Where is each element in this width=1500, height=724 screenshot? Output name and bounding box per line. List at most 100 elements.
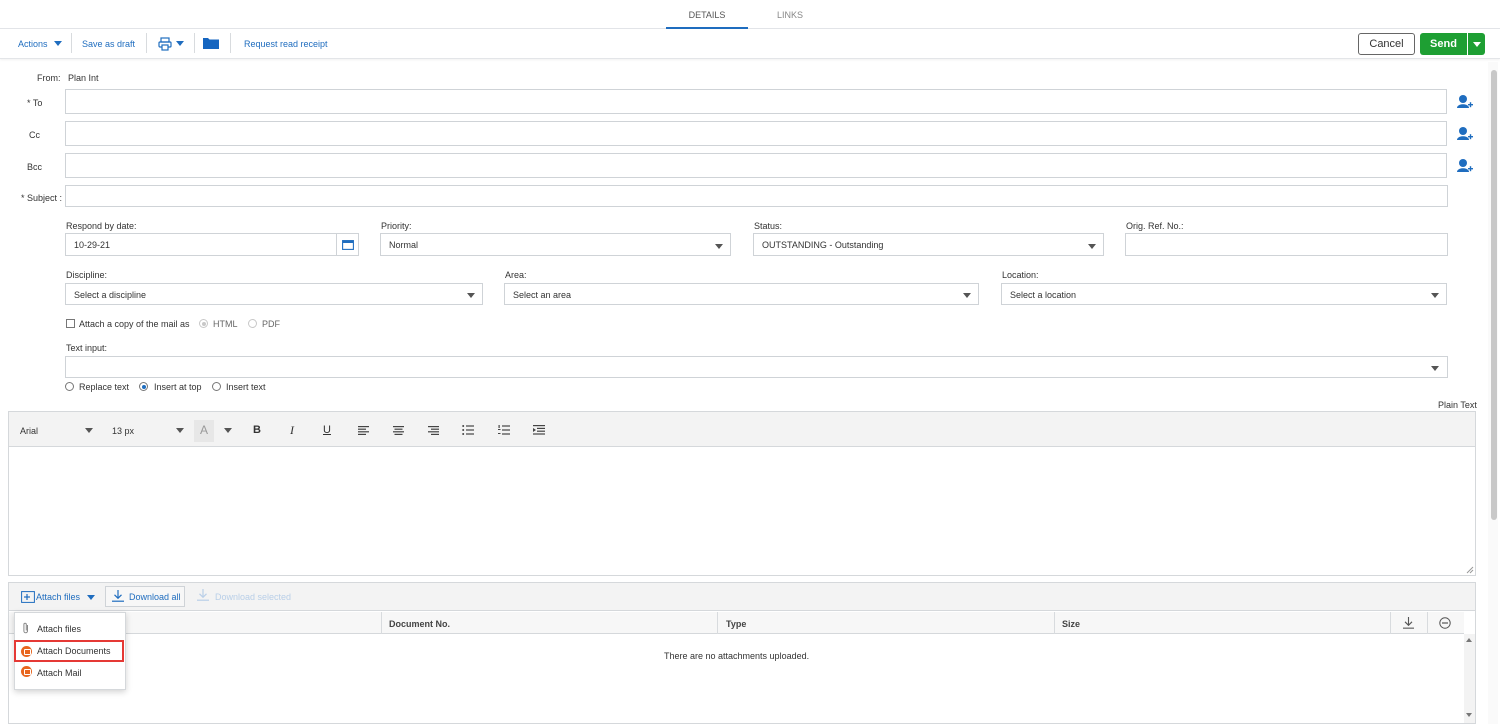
add-contact-icon[interactable]: [1456, 158, 1474, 174]
text-color-icon: A: [199, 423, 208, 437]
add-contact-icon[interactable]: [1456, 94, 1474, 110]
orig-ref-input[interactable]: [1125, 233, 1448, 256]
actions-menu[interactable]: Actions: [18, 39, 48, 49]
cc-label[interactable]: Cc: [29, 130, 40, 140]
chevron-down-icon: [1088, 244, 1096, 249]
page-scrollbar-thumb[interactable]: [1491, 70, 1497, 520]
font-family-value: Arial: [20, 426, 39, 436]
empty-attachments-message: There are no attachments uploaded.: [664, 651, 810, 661]
priority-label: Priority:: [381, 221, 412, 231]
chevron-down-icon: [467, 293, 475, 298]
underline-button[interactable]: U: [317, 421, 337, 439]
folder-button[interactable]: [203, 37, 219, 50]
status-select[interactable]: OUTSTANDING - Outstanding: [753, 233, 1104, 256]
attach-menu-label: Attach files: [37, 624, 82, 634]
indent-button[interactable]: [529, 421, 549, 439]
folder-icon: [203, 38, 219, 49]
attach-add-icon: [21, 591, 35, 603]
download-selected-button[interactable]: Download selected: [195, 589, 305, 605]
column-divider: [1427, 612, 1428, 634]
resize-handle-icon[interactable]: [1466, 566, 1474, 574]
insert-text-radio[interactable]: [212, 382, 221, 391]
attach-menu-item-documents[interactable]: Attach Documents: [14, 640, 124, 662]
documents-icon: [21, 645, 32, 657]
insert-at-top-radio[interactable]: [139, 382, 148, 391]
status-label: Status:: [754, 221, 783, 231]
text-input-select[interactable]: [65, 356, 1448, 378]
cancel-button[interactable]: Cancel: [1358, 33, 1415, 55]
text-color-button[interactable]: A: [194, 420, 214, 442]
toolbar-divider: [146, 33, 147, 53]
text-input-label: Text input:: [66, 343, 108, 353]
align-right-button[interactable]: [423, 421, 443, 439]
font-size-select[interactable]: 13 px: [106, 421, 188, 439]
actions-label: Actions: [18, 39, 48, 49]
column-type[interactable]: Type: [726, 619, 746, 629]
respond-by-date-input[interactable]: 10-29-21: [65, 233, 359, 256]
location-placeholder: Select a location: [1010, 290, 1077, 300]
remove-column-icon[interactable]: [1439, 617, 1451, 629]
send-label: Send: [1430, 38, 1457, 50]
paperclip-icon: [23, 622, 28, 634]
tab-links[interactable]: LINKS: [750, 10, 830, 20]
align-center-icon: [392, 425, 404, 435]
numbered-list-icon: [498, 425, 510, 435]
font-size-value: 13 px: [112, 426, 135, 436]
area-placeholder: Select an area: [513, 290, 572, 300]
cancel-label: Cancel: [1369, 38, 1404, 50]
bullet-list-icon: [462, 425, 474, 435]
italic-button[interactable]: I: [282, 421, 302, 439]
align-center-button[interactable]: [388, 421, 408, 439]
column-size[interactable]: Size: [1062, 619, 1080, 629]
table-scrollbar[interactable]: [1464, 634, 1475, 723]
html-radio[interactable]: [199, 319, 208, 328]
tab-details[interactable]: DETAILS: [666, 10, 748, 20]
priority-select[interactable]: Normal: [380, 233, 731, 256]
attach-copy-checkbox[interactable]: [66, 319, 75, 328]
subject-field[interactable]: [65, 185, 1448, 207]
save-draft-button[interactable]: Save as draft: [82, 39, 135, 49]
from-label: From:: [37, 73, 61, 83]
toolbar: [0, 29, 1500, 59]
bcc-field[interactable]: [65, 153, 1447, 178]
attach-menu-item-mail[interactable]: Attach Mail: [16, 663, 124, 681]
download-selected-label: Download selected: [215, 592, 292, 602]
numbered-list-button[interactable]: [494, 421, 514, 439]
calendar-icon[interactable]: [342, 239, 354, 250]
scroll-up-icon[interactable]: [1466, 638, 1472, 642]
replace-text-radio[interactable]: [65, 382, 74, 391]
to-field[interactable]: [65, 89, 1447, 114]
font-family-select[interactable]: Arial: [15, 421, 97, 439]
download-all-button[interactable]: Download all: [105, 586, 185, 607]
area-select[interactable]: Select an area: [504, 283, 979, 305]
attach-files-button[interactable]: Attach files: [20, 589, 98, 605]
plain-text-link[interactable]: Plain Text: [1438, 400, 1477, 410]
discipline-select[interactable]: Select a discipline: [65, 283, 483, 305]
pdf-label: PDF: [262, 319, 280, 329]
respond-by-label: Respond by date:: [66, 221, 137, 231]
print-chevron-down-icon: [176, 41, 184, 46]
scroll-down-icon[interactable]: [1466, 713, 1472, 717]
attach-menu-item-files[interactable]: Attach files: [16, 619, 124, 637]
indent-icon: [533, 425, 545, 435]
bcc-label[interactable]: Bcc: [27, 162, 42, 172]
html-label: HTML: [213, 319, 238, 329]
column-divider: [1054, 612, 1055, 634]
bold-button[interactable]: B: [247, 421, 267, 439]
align-left-button[interactable]: [353, 421, 373, 439]
toolbar-divider: [71, 33, 72, 53]
align-left-icon: [357, 425, 369, 435]
pdf-radio[interactable]: [248, 319, 257, 328]
chevron-down-icon: [85, 428, 93, 433]
download-column-icon[interactable]: [1403, 617, 1414, 629]
send-options-button[interactable]: [1468, 33, 1485, 55]
request-read-receipt-button[interactable]: Request read receipt: [244, 39, 328, 49]
cc-field[interactable]: [65, 121, 1447, 146]
send-button[interactable]: Send: [1420, 33, 1467, 55]
attach-files-label: Attach files: [36, 592, 81, 602]
to-label[interactable]: * To: [27, 98, 42, 108]
column-document-no[interactable]: Document No.: [389, 619, 450, 629]
add-contact-icon[interactable]: [1456, 126, 1474, 142]
location-select[interactable]: Select a location: [1001, 283, 1447, 305]
bullet-list-button[interactable]: [458, 421, 478, 439]
